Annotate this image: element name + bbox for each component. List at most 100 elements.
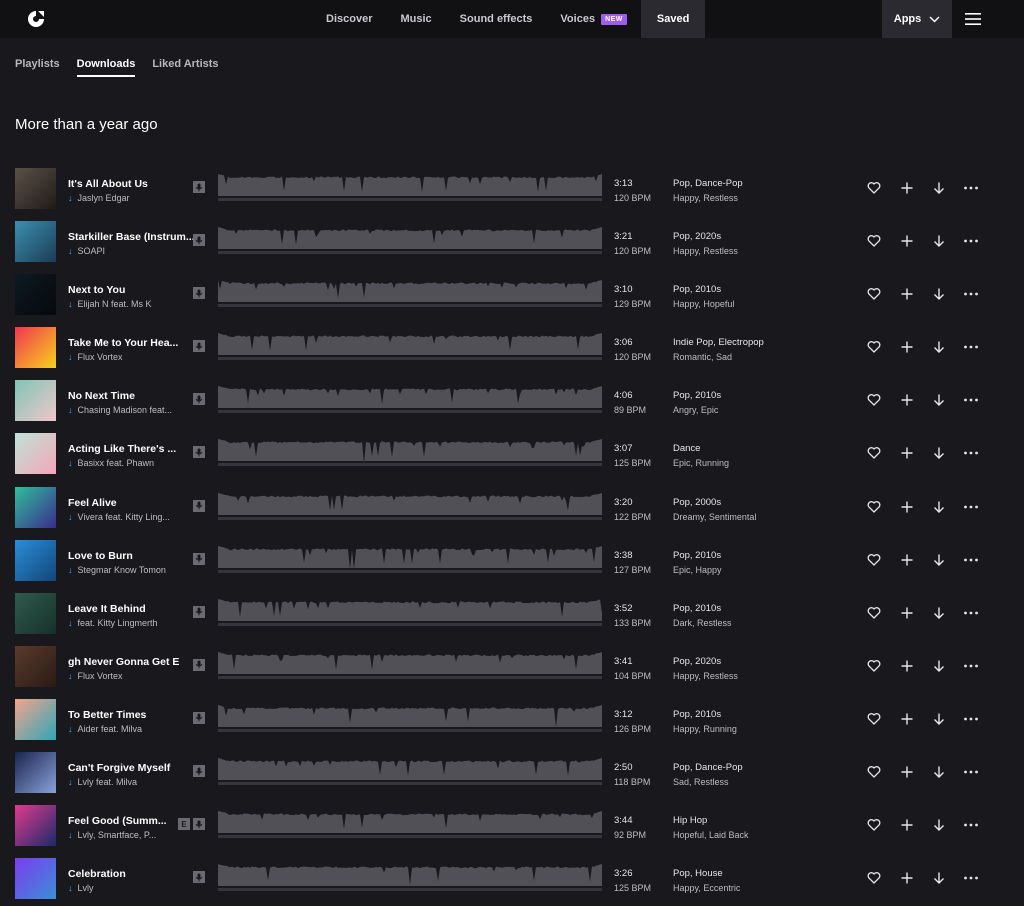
track-genres[interactable]: Pop, 2020s (673, 231, 721, 242)
track-artist[interactable]: ↓ Lvly feat. Milva (68, 777, 183, 787)
plus-icon[interactable] (900, 765, 914, 779)
track-row[interactable]: Can't Forgive Myself ↓ Lvly feat. Milva 2… (0, 744, 1024, 797)
heart-icon[interactable] (867, 287, 881, 301)
artist-name[interactable]: Vivera feat. Kitty Ling... (78, 512, 170, 522)
plus-icon[interactable] (900, 446, 914, 460)
heart-icon[interactable] (867, 871, 881, 885)
track-row[interactable]: gh Never Gonna Get E ↓ Flux Vortex 3:41 1… (0, 638, 1024, 691)
artist-name[interactable]: SOAPI (78, 246, 106, 256)
track-title[interactable]: No Next Time (68, 390, 196, 402)
track-genres[interactable]: Pop, 2020s (673, 656, 721, 667)
plus-icon[interactable] (900, 712, 914, 726)
track-title[interactable]: Can't Forgive Myself (68, 762, 196, 774)
artist-name[interactable]: Chasing Madison feat... (78, 405, 173, 415)
track-row[interactable]: Starkiller Base (Instrum... ↓ SOAPI 3:21 … (0, 213, 1024, 266)
track-artist[interactable]: ↓ Elijah N feat. Ms K (68, 299, 183, 309)
waveform[interactable] (218, 489, 602, 523)
apps-button[interactable]: Apps (882, 0, 952, 38)
track-moods[interactable]: Happy, Restless (673, 671, 738, 681)
waveform[interactable] (218, 223, 602, 257)
more-options-icon[interactable] (963, 340, 979, 354)
track-artist[interactable]: ↓ Flux Vortex (68, 671, 183, 681)
hamburger-menu-icon[interactable] (964, 10, 982, 28)
logo-icon[interactable] (26, 9, 46, 29)
artist-name[interactable]: Lvly (78, 883, 94, 893)
waveform[interactable] (218, 170, 602, 204)
album-cover[interactable] (15, 752, 56, 794)
nav-music[interactable]: Music (386, 0, 445, 38)
waveform[interactable] (218, 754, 602, 788)
download-icon[interactable] (932, 287, 946, 301)
album-cover[interactable] (15, 858, 56, 900)
track-genres[interactable]: Pop, 2010s (673, 284, 721, 295)
track-artist[interactable]: ↓ feat. Kitty Lingmerth (68, 618, 183, 628)
album-cover[interactable] (15, 221, 56, 263)
plus-icon[interactable] (900, 500, 914, 514)
track-title[interactable]: Take Me to Your Hea... (68, 337, 196, 349)
track-row[interactable]: Take Me to Your Hea... ↓ Flux Vortex 3:06… (0, 319, 1024, 372)
track-artist[interactable]: ↓ SOAPI (68, 246, 183, 256)
download-icon[interactable] (932, 340, 946, 354)
track-artist[interactable]: ↓ Jaslyn Edgar (68, 193, 183, 203)
track-moods[interactable]: Epic, Happy (673, 565, 722, 575)
download-icon[interactable] (932, 500, 946, 514)
track-genres[interactable]: Pop, 2010s (673, 709, 721, 720)
more-options-icon[interactable] (963, 765, 979, 779)
track-artist[interactable]: ↓ Aider feat. Milva (68, 724, 183, 734)
download-icon[interactable] (932, 871, 946, 885)
track-genres[interactable]: Pop, Dance-Pop (673, 178, 743, 189)
tab-liked-artists[interactable]: Liked Artists (152, 58, 218, 77)
track-moods[interactable]: Dreamy, Sentimental (673, 512, 756, 522)
plus-icon[interactable] (900, 871, 914, 885)
track-row[interactable]: Feel Alive ↓ Vivera feat. Kitty Ling... 3… (0, 479, 1024, 532)
waveform[interactable] (218, 435, 602, 469)
track-moods[interactable]: Hopeful, Laid Back (673, 830, 749, 840)
track-genres[interactable]: Pop, 2010s (673, 603, 721, 614)
track-artist[interactable]: ↓ Flux Vortex (68, 352, 183, 362)
artist-name[interactable]: Elijah N feat. Ms K (78, 299, 152, 309)
waveform[interactable] (218, 860, 602, 894)
album-cover[interactable] (15, 592, 56, 634)
track-artist[interactable]: ↓ Basixx feat. Phawn (68, 458, 183, 468)
track-row[interactable]: Celebration ↓ Lvly 3:26 125 BPM Pop, Hous… (0, 850, 1024, 903)
more-options-icon[interactable] (963, 500, 979, 514)
heart-icon[interactable] (867, 712, 881, 726)
track-title[interactable]: To Better Times (68, 709, 196, 721)
track-moods[interactable]: Epic, Running (673, 458, 729, 468)
download-icon[interactable] (932, 818, 946, 832)
track-title[interactable]: gh Never Gonna Get E (68, 656, 196, 668)
artist-name[interactable]: Lvly, Smartface, P... (78, 830, 157, 840)
heart-icon[interactable] (867, 340, 881, 354)
artist-name[interactable]: Basixx feat. Phawn (78, 458, 155, 468)
plus-icon[interactable] (900, 659, 914, 673)
download-icon[interactable] (932, 553, 946, 567)
heart-icon[interactable] (867, 181, 881, 195)
artist-name[interactable]: Aider feat. Milva (78, 724, 143, 734)
more-options-icon[interactable] (963, 393, 979, 407)
track-moods[interactable]: Happy, Restless (673, 193, 738, 203)
plus-icon[interactable] (900, 287, 914, 301)
download-icon[interactable] (932, 181, 946, 195)
album-cover[interactable] (15, 327, 56, 369)
heart-icon[interactable] (867, 765, 881, 779)
album-cover[interactable] (15, 274, 56, 316)
track-artist[interactable]: ↓ Lvly, Smartface, P... (68, 830, 183, 840)
heart-icon[interactable] (867, 553, 881, 567)
more-options-icon[interactable] (963, 181, 979, 195)
track-moods[interactable]: Happy, Eccentric (673, 883, 740, 893)
track-title[interactable]: Feel Alive (68, 497, 196, 509)
track-title[interactable]: Next to You (68, 284, 196, 296)
more-options-icon[interactable] (963, 287, 979, 301)
more-options-icon[interactable] (963, 712, 979, 726)
track-title[interactable]: Acting Like There's ... (68, 443, 196, 455)
track-title[interactable]: Starkiller Base (Instrum... (68, 231, 196, 243)
plus-icon[interactable] (900, 818, 914, 832)
track-title[interactable]: Love to Burn (68, 550, 196, 562)
nav-sound-effects[interactable]: Sound effects (446, 0, 547, 38)
artist-name[interactable]: Flux Vortex (78, 352, 123, 362)
artist-name[interactable]: Flux Vortex (78, 671, 123, 681)
plus-icon[interactable] (900, 553, 914, 567)
download-icon[interactable] (932, 765, 946, 779)
track-row[interactable]: Leave It Behind ↓ feat. Kitty Lingmerth 3… (0, 585, 1024, 638)
track-title[interactable]: Leave It Behind (68, 603, 196, 615)
